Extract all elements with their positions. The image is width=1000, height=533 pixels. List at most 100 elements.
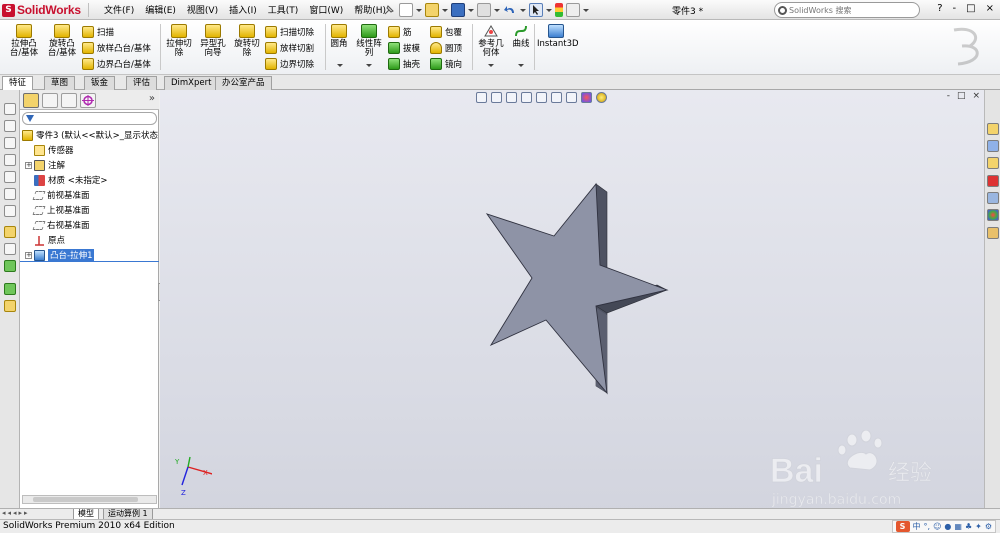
- tree-item-right-plane[interactable]: 右视基准面: [25, 218, 90, 232]
- options-icon[interactable]: [566, 3, 580, 17]
- shell-button[interactable]: 抽壳: [388, 57, 420, 71]
- view-palette-icon[interactable]: [987, 192, 999, 204]
- curves-button[interactable]: 曲线: [510, 24, 532, 49]
- revolved-cut-button[interactable]: 旋转切除: [232, 24, 262, 58]
- logo-menu-arrow-icon[interactable]: [88, 3, 98, 17]
- search-results-icon[interactable]: [987, 175, 999, 187]
- rib-button[interactable]: 筋: [388, 25, 412, 39]
- view-icon[interactable]: [4, 103, 16, 115]
- graphics-viewport[interactable]: - □ × Y X Z Bai 经验 jingyan.baidu.com: [160, 90, 984, 518]
- pattern-dropdown-icon[interactable]: [366, 64, 372, 67]
- expand-panel-icon[interactable]: »: [149, 93, 155, 104]
- menu-tools[interactable]: 工具(T): [268, 3, 299, 16]
- tree-item-sensors[interactable]: 传感器: [25, 143, 74, 157]
- extruded-cut-button[interactable]: 拉伸切除: [164, 24, 194, 58]
- save-icon[interactable]: [451, 3, 465, 17]
- reference-geometry-button[interactable]: 参考几何体: [476, 24, 506, 58]
- undo-dropdown-icon[interactable]: [520, 3, 526, 17]
- horizontal-scrollbar[interactable]: [22, 495, 157, 504]
- tree-root-part[interactable]: 零件3 (默认<<默认>_显示状态: [22, 128, 158, 142]
- tab-sheet-metal[interactable]: 钣金: [84, 76, 116, 90]
- view-icon[interactable]: [4, 171, 16, 183]
- ime-settings-icon[interactable]: ⚙: [985, 522, 992, 531]
- open-dropdown-icon[interactable]: [442, 3, 448, 17]
- menu-view[interactable]: 视图(V): [187, 3, 218, 16]
- view-icon[interactable]: [4, 205, 16, 217]
- menu-file[interactable]: 文件(F): [104, 3, 134, 16]
- dimension-icon[interactable]: [4, 243, 16, 255]
- maximize-button[interactable]: □: [966, 3, 975, 14]
- ime-voice-icon[interactable]: ●: [944, 522, 951, 531]
- instant3d-button[interactable]: Instant3D: [537, 24, 579, 49]
- menu-window[interactable]: 窗口(W): [309, 3, 343, 16]
- configuration-manager-tab-icon[interactable]: [61, 93, 77, 108]
- help-button[interactable]: ?: [937, 3, 942, 14]
- extrude-boss-button[interactable]: 拉伸凸台/基体: [7, 24, 41, 58]
- ime-punctuation-mode[interactable]: °,: [924, 522, 931, 531]
- print-icon[interactable]: [477, 3, 491, 17]
- tab-evaluate[interactable]: 评估: [126, 76, 158, 90]
- tab-features[interactable]: 特征: [2, 76, 34, 91]
- view-icon[interactable]: [4, 137, 16, 149]
- open-folder-icon[interactable]: [425, 3, 439, 17]
- new-document-icon[interactable]: [399, 3, 413, 17]
- mirror-button[interactable]: 镜向: [430, 57, 462, 71]
- custom-properties-icon[interactable]: [987, 227, 999, 239]
- fillet-dropdown-icon[interactable]: [337, 64, 343, 67]
- tree-item-material[interactable]: 材质 <未指定>: [25, 173, 107, 187]
- feature-icon[interactable]: [4, 283, 16, 295]
- revolve-boss-button[interactable]: 旋转凸台/基体: [45, 24, 79, 58]
- dome-button[interactable]: 圆顶: [430, 41, 462, 55]
- solidworks-logo[interactable]: S SolidWorks: [2, 2, 81, 18]
- appearances-scenes-icon[interactable]: [987, 209, 999, 221]
- property-manager-tab-icon[interactable]: [42, 93, 58, 108]
- new-dropdown-icon[interactable]: [416, 3, 422, 17]
- menu-edit[interactable]: 编辑(E): [145, 3, 176, 16]
- ime-skin-icon[interactable]: ♣: [965, 522, 972, 531]
- undo-icon[interactable]: [503, 3, 517, 17]
- tree-item-front-plane[interactable]: 前视基准面: [25, 188, 90, 202]
- hole-wizard-button[interactable]: 异型孔向导: [198, 24, 228, 58]
- ime-chinese-mode[interactable]: 中: [913, 521, 921, 532]
- menu-insert[interactable]: 插入(I): [229, 3, 257, 16]
- ime-emoji-icon[interactable]: ☺: [933, 522, 941, 531]
- options-dropdown-icon[interactable]: [583, 3, 589, 17]
- search-input[interactable]: [789, 5, 909, 15]
- pin-icon[interactable]: [382, 3, 396, 17]
- loft-boss-button[interactable]: 放样凸台/基体: [82, 41, 151, 55]
- boundary-boss-button[interactable]: 边界凸台/基体: [82, 57, 151, 71]
- view-icon[interactable]: [4, 188, 16, 200]
- reference-dropdown-icon[interactable]: [488, 64, 494, 67]
- rebuild-traffic-light-icon[interactable]: [555, 3, 563, 17]
- ime-keyboard-icon[interactable]: ▦: [954, 522, 962, 531]
- swept-cut-button[interactable]: 扫描切除: [265, 25, 314, 39]
- feature-tree-tab-icon[interactable]: [23, 93, 39, 108]
- select-pointer-icon[interactable]: [529, 3, 543, 17]
- view-icon[interactable]: [4, 154, 16, 166]
- save-dropdown-icon[interactable]: [468, 3, 474, 17]
- fillet-button[interactable]: 圆角: [328, 24, 350, 49]
- file-explorer-icon[interactable]: [987, 157, 999, 169]
- tab-dimxpert[interactable]: DimXpert: [164, 76, 219, 90]
- dimxpert-manager-tab-icon[interactable]: [80, 93, 96, 108]
- solidworks-resources-icon[interactable]: [987, 123, 999, 135]
- rollback-bar[interactable]: [20, 261, 159, 262]
- expand-icon[interactable]: +: [25, 161, 32, 169]
- expand-icon[interactable]: +: [25, 251, 32, 259]
- curves-dropdown-icon[interactable]: [518, 64, 524, 67]
- boundary-cut-button[interactable]: 边界切除: [265, 57, 314, 71]
- tree-item-origin[interactable]: 原点: [25, 233, 65, 247]
- close-button[interactable]: ×: [986, 3, 994, 14]
- ime-tools-icon[interactable]: ✦: [975, 522, 982, 531]
- search-box[interactable]: [774, 2, 920, 18]
- relation-icon[interactable]: [4, 260, 16, 272]
- lofted-cut-button[interactable]: 放样切割: [265, 41, 314, 55]
- feature-filter-input[interactable]: [22, 112, 157, 125]
- tree-item-annotations[interactable]: + 注解: [25, 158, 65, 172]
- sweep-button[interactable]: 扫描: [82, 25, 114, 39]
- linear-pattern-button[interactable]: 线性阵列: [354, 24, 384, 58]
- print-dropdown-icon[interactable]: [494, 3, 500, 17]
- view-icon[interactable]: [4, 120, 16, 132]
- tab-navigation-arrows-icon[interactable]: ◂◂◂▸▸: [2, 509, 30, 517]
- design-library-icon[interactable]: [987, 140, 999, 152]
